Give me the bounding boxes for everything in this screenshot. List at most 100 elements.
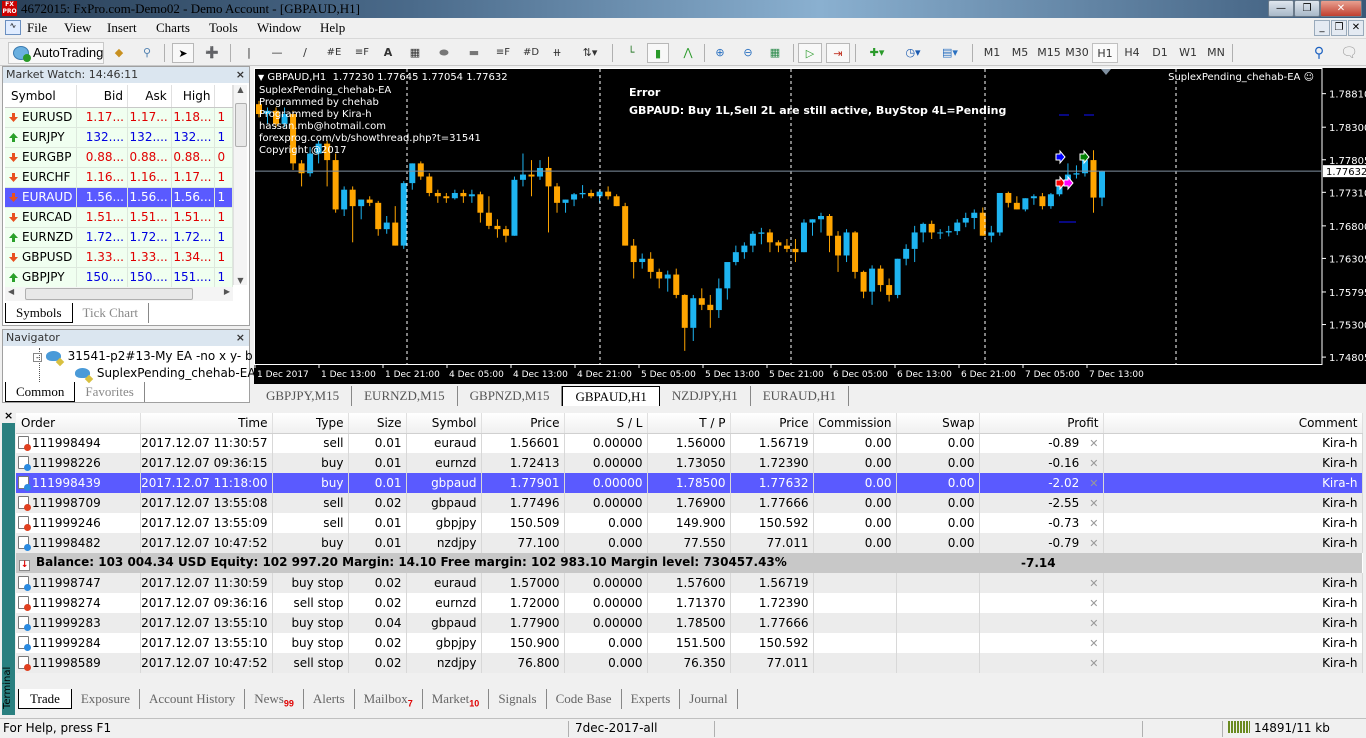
column-bid[interactable]: Bid: [76, 85, 128, 108]
market-watch-row[interactable]: EURNZD 1.72... 1.72... 1.72... 1: [5, 227, 233, 248]
cursor-icon[interactable]: ➤: [172, 43, 194, 63]
ellipse-icon[interactable]: ⬬: [434, 43, 454, 63]
equidistant-channel-icon[interactable]: #E: [324, 43, 344, 63]
column-time[interactable]: Time: [140, 413, 273, 434]
column-low[interactable]: [214, 85, 233, 108]
order-row[interactable]: 111999246 2017.12.07 13:55:09 sell 0.01 gbpj…: [16, 513, 1363, 533]
navigator-item-suplex[interactable]: SuplexPending_chehab-EA: [75, 366, 256, 380]
timeframe-mn[interactable]: MN: [1203, 43, 1229, 63]
chart-tab-gbpnzd-m15[interactable]: GBPNZD,M15: [458, 386, 563, 406]
text-icon[interactable]: A: [380, 43, 396, 63]
tab-favorites[interactable]: Favorites: [75, 382, 145, 402]
terminal-tab-news[interactable]: News99: [245, 689, 304, 709]
close-icon[interactable]: ×: [4, 409, 13, 422]
close-order-icon[interactable]: ✕: [1089, 517, 1098, 530]
zoom-in-icon[interactable]: ⊕: [710, 43, 730, 63]
terminal-tab-journal[interactable]: Journal: [680, 689, 738, 709]
chart-window-icon[interactable]: ∿: [5, 20, 21, 35]
chart-tab-euraud-h1[interactable]: EURAUD,H1: [751, 386, 850, 406]
templates-dropdown-icon[interactable]: ▤▾: [935, 43, 965, 63]
close-order-icon[interactable]: ✕: [1089, 657, 1098, 670]
close-order-icon[interactable]: ✕: [1089, 497, 1098, 510]
zoom-out-icon[interactable]: ⊖: [738, 43, 758, 63]
timeframe-m30[interactable]: M30: [1063, 43, 1091, 63]
terminal-tab-code-base[interactable]: Code Base: [547, 689, 622, 709]
terminal-tab-alerts[interactable]: Alerts: [304, 689, 355, 709]
pending-order-row[interactable]: 111998747 2017.12.07 11:30:59 buy stop 0.02…: [16, 573, 1363, 593]
pending-order-row[interactable]: 111999284 2017.12.07 13:55:10 buy stop 0.02…: [16, 633, 1363, 653]
column-profit[interactable]: Profit: [979, 413, 1104, 434]
chart-tab-eurnzd-m15[interactable]: EURNZD,M15: [352, 386, 458, 406]
close-order-icon[interactable]: ✕: [1089, 637, 1098, 650]
crosshair-icon[interactable]: ➕: [202, 43, 222, 63]
pending-order-row[interactable]: 111998589 2017.12.07 10:47:52 sell stop 0.0…: [16, 653, 1363, 673]
column-size[interactable]: Size: [348, 413, 407, 434]
line-chart-icon[interactable]: ⋀: [677, 43, 699, 63]
expert-advisor-icon[interactable]: ◆: [110, 43, 128, 63]
restore-button[interactable]: ❐: [1294, 0, 1320, 17]
menu-charts[interactable]: Charts: [156, 20, 190, 36]
column-type[interactable]: Type: [272, 413, 349, 434]
close-order-icon[interactable]: ✕: [1089, 537, 1098, 550]
tab-symbols[interactable]: Symbols: [5, 303, 73, 323]
column-order[interactable]: Order: [16, 413, 141, 434]
terminal-tab-signals[interactable]: Signals: [489, 689, 547, 709]
gann-icon[interactable]: ⧺: [548, 43, 566, 63]
profile-name[interactable]: 7dec-2017-all: [575, 721, 657, 735]
terminal-tab-exposure[interactable]: Exposure: [72, 689, 140, 709]
arrows-dropdown-icon[interactable]: ⇅▾: [576, 43, 604, 63]
column-symbol[interactable]: Symbol: [5, 85, 78, 108]
column-tp[interactable]: T / P: [647, 413, 731, 434]
timeframe-m5[interactable]: M5: [1007, 43, 1033, 63]
column-swap[interactable]: Swap: [896, 413, 980, 434]
close-order-icon[interactable]: ✕: [1089, 477, 1098, 490]
timeframe-h4[interactable]: H4: [1119, 43, 1145, 63]
close-order-icon[interactable]: ✕: [1089, 597, 1098, 610]
mdi-restore-button[interactable]: ❐: [1331, 20, 1347, 36]
close-order-icon[interactable]: ✕: [1089, 577, 1098, 590]
terminal-tab-market[interactable]: Market10: [423, 689, 490, 709]
column-price[interactable]: Price: [481, 413, 565, 434]
timeframe-m1[interactable]: M1: [979, 43, 1005, 63]
pitchfork-icon[interactable]: #D: [520, 43, 542, 63]
order-row[interactable]: 111998482 2017.12.07 10:47:52 buy 0.01 nzdjp…: [16, 533, 1363, 553]
order-row[interactable]: 111998709 2017.12.07 13:55:08 sell 0.02 gbpa…: [16, 493, 1363, 513]
close-icon[interactable]: ×: [236, 330, 245, 346]
order-row[interactable]: 111998494 2017.12.07 11:30:57 sell 0.01 eura…: [16, 433, 1363, 453]
close-icon[interactable]: ×: [236, 67, 245, 83]
minimize-button[interactable]: —: [1268, 0, 1294, 17]
market-watch-row[interactable]: EURJPY 132.... 132.... 132.... 1: [5, 127, 233, 148]
market-watch-row[interactable]: EURUSD 1.17... 1.17... 1.18... 1: [5, 107, 233, 128]
market-watch-row[interactable]: GBPUSD 1.33... 1.33... 1.34... 1: [5, 247, 233, 268]
search-icon[interactable]: ⚲: [1310, 43, 1328, 63]
tile-windows-icon[interactable]: ▦: [765, 43, 785, 63]
bar-chart-icon[interactable]: └: [620, 43, 642, 63]
market-watch-row[interactable]: EURCHF 1.16... 1.16... 1.17... 1: [5, 167, 233, 188]
menu-insert[interactable]: Insert: [107, 20, 137, 36]
close-order-icon[interactable]: ✕: [1089, 457, 1098, 470]
column-symbol[interactable]: Symbol: [406, 413, 482, 434]
market-watch-row[interactable]: GBPJPY 150.... 150.... 151.... 1: [5, 267, 233, 288]
timeframe-w1[interactable]: W1: [1175, 43, 1201, 63]
tab-tick-chart[interactable]: Tick Chart: [73, 303, 150, 323]
column-high[interactable]: High: [171, 85, 216, 108]
tab-common[interactable]: Common: [5, 382, 76, 402]
order-row[interactable]: 111998226 2017.12.07 09:36:15 buy 0.01 eurnz…: [16, 453, 1363, 473]
market-watch-row[interactable]: EURAUD 1.56... 1.56... 1.56... 1: [5, 187, 233, 208]
terminal-tab-experts[interactable]: Experts: [622, 689, 681, 709]
terminal-tab-mailbox[interactable]: Mailbox7: [355, 689, 423, 709]
auto-scroll-icon[interactable]: ▷: [798, 43, 822, 63]
chart-shift-icon[interactable]: ⇥: [826, 43, 850, 63]
timeframe-m15[interactable]: M15: [1035, 43, 1063, 63]
fibonacci-icon[interactable]: ≡F: [352, 43, 372, 63]
trend-line-icon[interactable]: ∕: [296, 43, 314, 63]
menu-help[interactable]: Help: [320, 20, 345, 36]
chart-tab-gbpaud-h1[interactable]: GBPAUD,H1: [562, 386, 660, 406]
column-commission[interactable]: Commission: [813, 413, 897, 434]
indicators-dropdown-icon[interactable]: ✚▾: [862, 43, 892, 63]
market-watch-row[interactable]: EURGBP 0.88... 0.88... 0.88... 0: [5, 147, 233, 168]
chart-window[interactable]: 1.78810 1.78300 1.77805 1.77310 1.76800 1.763…: [254, 68, 1366, 384]
horizontal-line-icon[interactable]: —: [268, 43, 286, 63]
connection-status[interactable]: 14891/11 kb: [1228, 721, 1330, 735]
menu-window[interactable]: Window: [257, 20, 301, 36]
